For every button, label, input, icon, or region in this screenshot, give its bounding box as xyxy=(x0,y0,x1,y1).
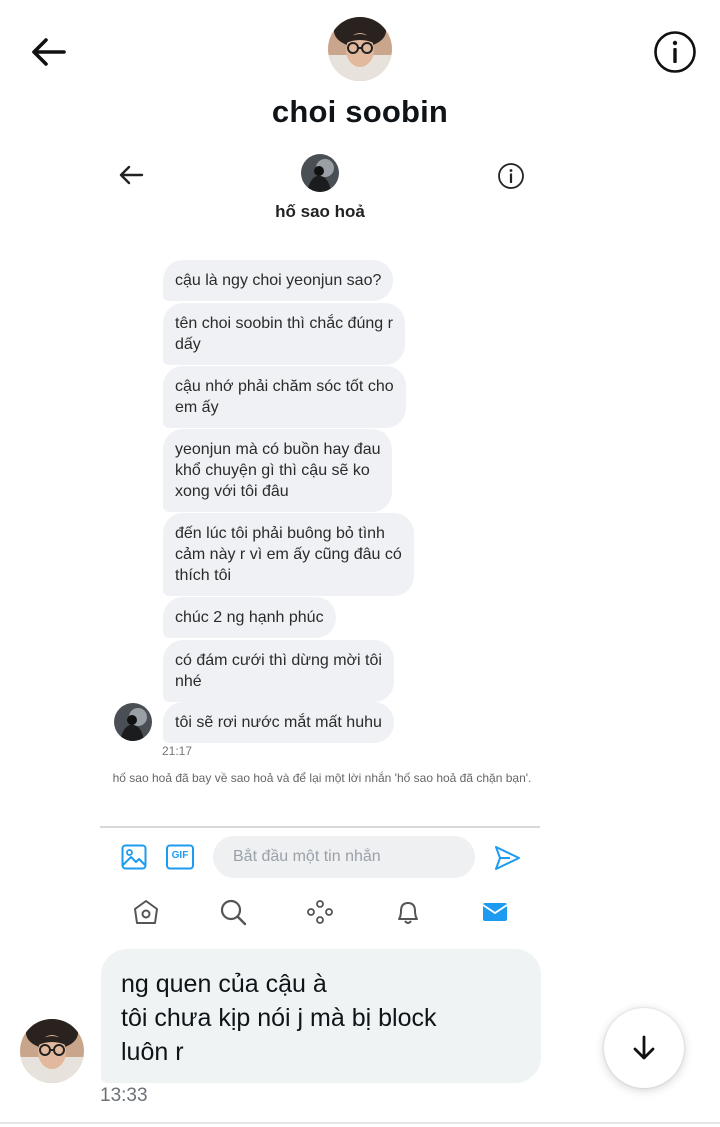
nav-notifications[interactable] xyxy=(393,897,423,927)
media-button[interactable] xyxy=(120,843,148,871)
sender-avatar[interactable] xyxy=(114,703,152,741)
message-bubble[interactable]: cậu nhớ phải chăm sóc tốt cho em ấy xyxy=(163,366,406,428)
home-icon xyxy=(134,900,158,924)
mail-icon xyxy=(482,903,508,921)
page-title: choi soobin xyxy=(271,94,449,129)
message-line: ng quen của cậu à xyxy=(121,970,327,998)
scroll-to-bottom-button[interactable] xyxy=(604,1008,684,1088)
message-bubble[interactable]: chúc 2 ng hạnh phúc xyxy=(163,597,336,638)
message-timestamp: 21:17 xyxy=(162,744,193,758)
sender-avatar[interactable] xyxy=(20,1019,84,1083)
message-bubble[interactable]: yeonjun mà có buồn hay đau khổ chuyện gì… xyxy=(163,429,393,512)
message-bubble[interactable]: ng quen của cậu à tôi chưa kịp nói j mà … xyxy=(101,949,541,1083)
gif-label: GIF xyxy=(171,850,189,861)
info-button[interactable] xyxy=(652,29,698,75)
divider xyxy=(0,1122,720,1124)
embedded-conversation-title: hố sao hoả xyxy=(275,202,365,221)
nav-home[interactable] xyxy=(131,897,161,927)
message-text: đến lúc tôi phải buông bỏ tình cảm này r… xyxy=(175,525,402,584)
message-text: tên choi soobin thì chắc đúng r dấy xyxy=(175,315,393,353)
send-icon xyxy=(495,846,520,870)
embedded-info-button[interactable] xyxy=(496,161,526,191)
message-timestamp: 13:33 xyxy=(100,1085,148,1106)
info-circle-icon xyxy=(498,163,524,189)
search-icon xyxy=(220,899,247,926)
back-button[interactable] xyxy=(26,30,70,74)
message-bubble[interactable]: cậu là ngy choi yeonjun sao? xyxy=(163,260,394,301)
message-line: luôn r xyxy=(121,1038,184,1066)
message-bubble[interactable]: có đám cưới thì dừng mời tôi nhé xyxy=(163,640,394,702)
message-line: tôi chưa kịp nói j mà bị block xyxy=(121,1004,437,1032)
nav-spaces[interactable] xyxy=(305,897,335,927)
message-text: tôi sẽ rơi nước mắt mất huhu xyxy=(175,714,382,731)
message-bubble[interactable]: tôi sẽ rơi nước mắt mất huhu xyxy=(163,702,394,743)
message-text: có đám cưới thì dừng mời tôi nhé xyxy=(175,652,382,690)
arrow-down-icon xyxy=(633,1035,655,1060)
message-text: cậu nhớ phải chăm sóc tốt cho em ấy xyxy=(175,378,394,416)
message-text: chúc 2 ng hạnh phúc xyxy=(175,609,324,626)
gif-button[interactable]: GIF xyxy=(165,843,195,871)
embedded-avatar[interactable] xyxy=(301,154,339,192)
info-circle-icon xyxy=(654,31,696,73)
spaces-icon xyxy=(307,900,333,924)
message-text: yeonjun mà có buồn hay đau khổ chuyện gì… xyxy=(175,441,381,500)
nav-messages[interactable] xyxy=(480,897,510,927)
image-icon xyxy=(121,844,147,870)
bell-icon xyxy=(398,902,418,924)
message-bubble[interactable]: đến lúc tôi phải buông bỏ tình cảm này r… xyxy=(163,513,414,596)
send-button[interactable] xyxy=(492,843,522,873)
message-input[interactable] xyxy=(213,836,475,878)
message-bubble[interactable]: tên choi soobin thì chắc đúng r dấy xyxy=(163,303,405,365)
system-notice: hố sao hoả đã bay về sao hoả và để lại m… xyxy=(112,771,532,785)
arrow-left-icon xyxy=(32,38,66,66)
message-text: cậu là ngy choi yeonjun sao? xyxy=(175,272,382,289)
arrow-left-icon xyxy=(119,165,144,185)
divider xyxy=(100,826,540,828)
avatar[interactable] xyxy=(328,17,392,81)
nav-search[interactable] xyxy=(218,897,248,927)
embedded-back-button[interactable] xyxy=(116,160,146,190)
